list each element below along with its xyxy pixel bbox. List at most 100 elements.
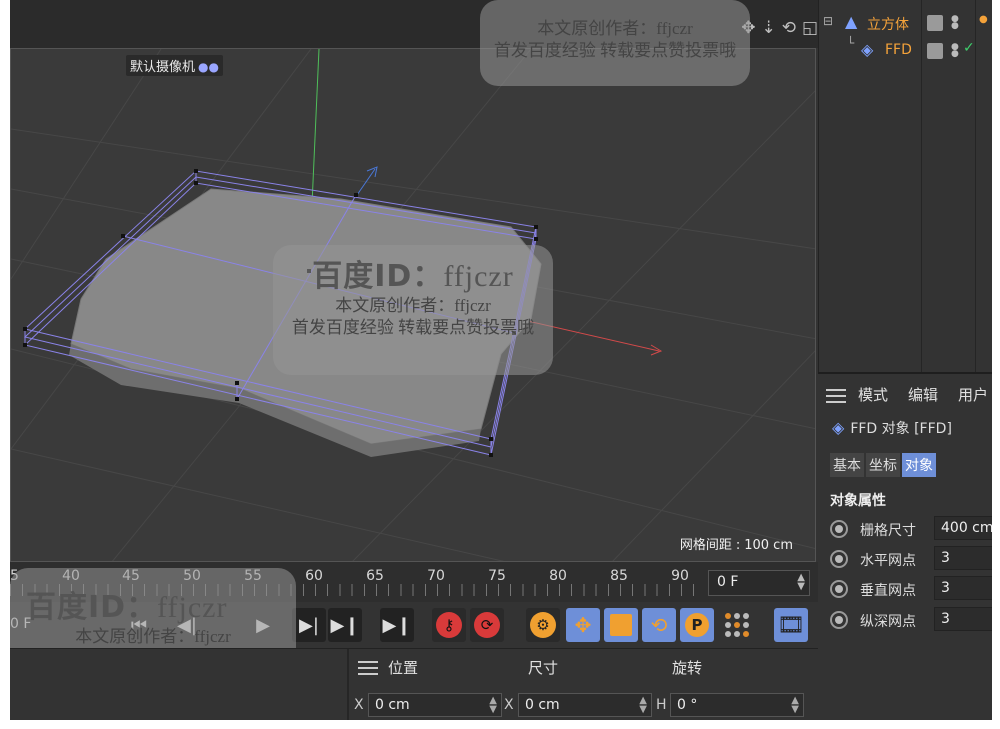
tree-expand-icon[interactable]: ⊟ <box>823 14 833 28</box>
start-frame-value[interactable]: 0 F <box>10 616 31 632</box>
x-points-input[interactable]: 3 <box>934 546 992 570</box>
auto-key-button[interactable]: ⟳ <box>470 608 504 642</box>
timeline-tick-label: 90 <box>671 568 689 584</box>
field-x-points: 水平网点 3 <box>830 546 992 572</box>
animate-radio-icon[interactable] <box>830 520 848 538</box>
rotation-key-button[interactable]: ⟲ <box>642 608 676 642</box>
camera-label-text: 默认摄像机 <box>130 60 196 75</box>
tree-branch-icon: └ <box>847 36 855 50</box>
editor-visibility-icon[interactable] <box>927 15 943 31</box>
y-points-input[interactable]: 3 <box>934 576 992 600</box>
camera-dots-icon: ●● <box>198 60 219 74</box>
timeline-tick-label: 60 <box>305 568 323 584</box>
z-points-input[interactable]: 3 <box>934 607 992 631</box>
rotate-view-icon[interactable]: ⟲ <box>782 18 796 38</box>
point-level-button[interactable] <box>720 608 754 642</box>
key-icon: ⚷ <box>436 612 462 638</box>
current-frame-input[interactable]: 0 F ▲ ▼ <box>708 570 810 596</box>
object-name-ffd[interactable]: FFD <box>885 42 912 58</box>
menu-edit[interactable]: 编辑 <box>908 384 938 405</box>
timeline-tick-label: 40 <box>62 568 80 584</box>
z-axis-arrow <box>366 166 378 178</box>
play-icon[interactable]: ▶ <box>246 608 280 642</box>
scale-key-button[interactable] <box>604 608 638 642</box>
attribute-menu: 模式 编辑 用户 <box>818 380 992 408</box>
parameter-icon: P <box>685 613 709 637</box>
position-x-input[interactable]: 0 cm ▲ ▼ <box>368 693 502 717</box>
axis-label: H <box>656 697 667 713</box>
section-title: 对象属性 <box>830 493 886 509</box>
animate-radio-icon[interactable] <box>830 550 848 568</box>
header-size: 尺寸 <box>528 659 559 677</box>
zoom-view-icon[interactable]: ⇣ <box>761 18 775 38</box>
timeline-tick-label: 80 <box>549 568 567 584</box>
timeline-ruler[interactable]: 35 40 45 50 55 60 65 70 75 80 85 90 0 F … <box>10 562 818 602</box>
viewport-scene <box>11 49 815 561</box>
field-grid-size: 栅格尺寸 400 cm <box>830 516 992 542</box>
move-view-icon[interactable]: ✥ <box>741 18 755 38</box>
timeline-tick-label: 45 <box>122 568 140 584</box>
ffd-icon: ◈ <box>861 40 874 59</box>
visibility-dots-icon[interactable]: ● ● <box>951 43 959 59</box>
go-to-start-icon[interactable]: ⏮ <box>122 608 156 642</box>
enabled-check-icon[interactable]: ✓ <box>963 40 975 56</box>
timeline-tick-label: 65 <box>366 568 384 584</box>
editor-visibility-icon[interactable] <box>927 43 943 59</box>
keyframe-selection-button[interactable]: ⚙ <box>526 608 560 642</box>
viewport-header: ✥ ⇣ ⟲ ◱ <box>10 0 818 48</box>
animate-radio-icon[interactable] <box>830 580 848 598</box>
spinner-icon[interactable]: ▲ ▼ <box>489 696 497 715</box>
tag-dot-icon: ● <box>979 14 988 25</box>
object-manager: ⊟ ▲ 立方体 ● ● ● └ ◈ FFD ● ● ✓ <box>818 0 992 372</box>
header-position: 位置 <box>388 659 419 677</box>
rotate-icon: ⟲ <box>650 613 668 637</box>
timeline-tick-label: 35 <box>10 568 19 584</box>
animate-radio-icon[interactable] <box>830 611 848 629</box>
axis-label: X <box>504 697 514 713</box>
grid-spacing-text: 网格间距 <box>679 538 732 553</box>
3d-viewport[interactable]: 默认摄像机 ●● 网格间距:100 cm 百度ID：ffjczr 本文原创作者：f… <box>10 48 816 562</box>
size-x-value: 0 cm <box>525 697 560 713</box>
spinner-icon[interactable]: ▲ ▼ <box>791 696 799 715</box>
rotation-h-value: 0 ° <box>677 697 698 713</box>
tab-coord[interactable]: 坐标 <box>866 453 900 477</box>
object-title: ◈ FFD 对象 [FFD] <box>832 418 952 438</box>
visibility-dots-icon[interactable]: ● ● <box>951 15 959 31</box>
object-row-cube[interactable]: ⊟ ▲ 立方体 ● ● ● <box>819 12 992 36</box>
menu-user[interactable]: 用户 <box>958 384 988 405</box>
tab-object[interactable]: 对象 <box>902 453 936 477</box>
next-frame-button[interactable]: ▶❙ <box>328 608 362 642</box>
go-to-end-button[interactable]: ▶❙ <box>380 608 414 642</box>
timeline-tick-label: 70 <box>427 568 445 584</box>
prev-key-icon[interactable]: ◀| <box>170 608 204 642</box>
gear-icon: ⚙ <box>530 612 556 638</box>
cube-icon: ▲ <box>845 12 858 31</box>
cube-mesh[interactable] <box>70 188 542 445</box>
timeline-tick-label: 55 <box>244 568 262 584</box>
field-y-points: 垂直网点 3 <box>830 576 992 602</box>
frame-spinner-icon[interactable]: ▲ ▼ <box>797 573 805 592</box>
z-axis <box>356 168 376 196</box>
axis-label: X <box>354 697 364 713</box>
parameter-key-button[interactable]: P <box>680 608 714 642</box>
timeline-window-button[interactable]: 🎞 <box>774 608 808 642</box>
move-icon: ✥ <box>574 613 592 637</box>
object-name-cube[interactable]: 立方体 <box>867 14 909 34</box>
menu-hamburger-icon[interactable] <box>826 389 846 403</box>
menu-mode[interactable]: 模式 <box>858 384 888 405</box>
timeline-ticks <box>10 584 700 596</box>
object-row-ffd[interactable]: └ ◈ FFD ● ● ✓ <box>819 36 992 64</box>
rotation-h-input[interactable]: 0 ° ▲ ▼ <box>670 693 804 717</box>
grid-size-input[interactable]: 400 cm <box>934 516 992 540</box>
maximize-view-icon[interactable]: ◱ <box>802 18 818 38</box>
coords-menu-icon[interactable] <box>358 661 378 675</box>
next-key-button[interactable]: ▶| <box>292 608 326 642</box>
position-key-button[interactable]: ✥ <box>566 608 600 642</box>
film-icon: 🎞 <box>777 612 805 638</box>
spinner-icon[interactable]: ▲ ▼ <box>639 696 647 715</box>
size-x-input[interactable]: 0 cm ▲ ▼ <box>518 693 652 717</box>
timeline-tick-label: 85 <box>610 568 628 584</box>
camera-label[interactable]: 默认摄像机 ●● <box>126 55 223 76</box>
record-key-button[interactable]: ⚷ <box>432 608 466 642</box>
tab-basic[interactable]: 基本 <box>830 453 864 477</box>
